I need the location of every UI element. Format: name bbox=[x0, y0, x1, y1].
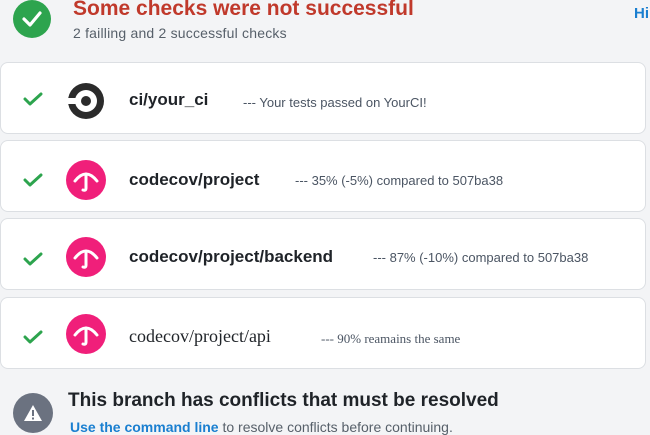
circleci-logo-icon bbox=[66, 81, 106, 121]
success-check-icon bbox=[23, 252, 43, 266]
codecov-umbrella-icon bbox=[66, 237, 106, 277]
check-item-codecov-project-api[interactable]: codecov/project/api --- 90% reamains the… bbox=[0, 297, 646, 369]
check-description: --- 90% reamains the same bbox=[321, 331, 461, 346]
check-item-codecov-project-backend[interactable]: codecov/project/backend --- 87% (-10%) c… bbox=[0, 218, 646, 290]
check-item-your-ci[interactable]: ci/your_ci --- Your tests passed on Your… bbox=[0, 62, 646, 134]
check-description: --- Your tests passed on YourCI! bbox=[243, 95, 427, 110]
success-check-icon bbox=[23, 173, 43, 187]
check-description: --- 87% (-10%) compared to 507ba38 bbox=[373, 250, 589, 265]
checkmark-circle-icon bbox=[13, 0, 51, 38]
check-name[interactable]: ci/your_ci bbox=[129, 90, 208, 110]
codecov-umbrella-icon bbox=[66, 160, 106, 200]
check-item-codecov-project[interactable]: codecov/project --- 35% (-5%) compared t… bbox=[0, 140, 646, 212]
check-name[interactable]: codecov/project bbox=[129, 170, 259, 190]
check-name[interactable]: codecov/project/backend bbox=[129, 247, 333, 267]
success-check-icon bbox=[23, 330, 43, 344]
conflict-title: This branch has conflicts that must be r… bbox=[68, 390, 499, 411]
success-check-icon bbox=[23, 92, 43, 106]
checks-status-title: Some checks were not successful bbox=[73, 0, 414, 20]
merge-conflict-section: This branch has conflicts that must be r… bbox=[0, 382, 650, 435]
check-description: --- 35% (-5%) compared to 507ba38 bbox=[295, 173, 504, 188]
codecov-umbrella-icon bbox=[66, 314, 106, 354]
check-name[interactable]: codecov/project/api bbox=[129, 326, 271, 347]
hide-checks-link[interactable]: Hi bbox=[634, 5, 649, 22]
checks-summary-header: Some checks were not successful 2 failli… bbox=[0, 0, 650, 50]
checks-status-subtitle: 2 failling and 2 successful checks bbox=[73, 25, 287, 41]
warning-icon bbox=[13, 393, 53, 433]
